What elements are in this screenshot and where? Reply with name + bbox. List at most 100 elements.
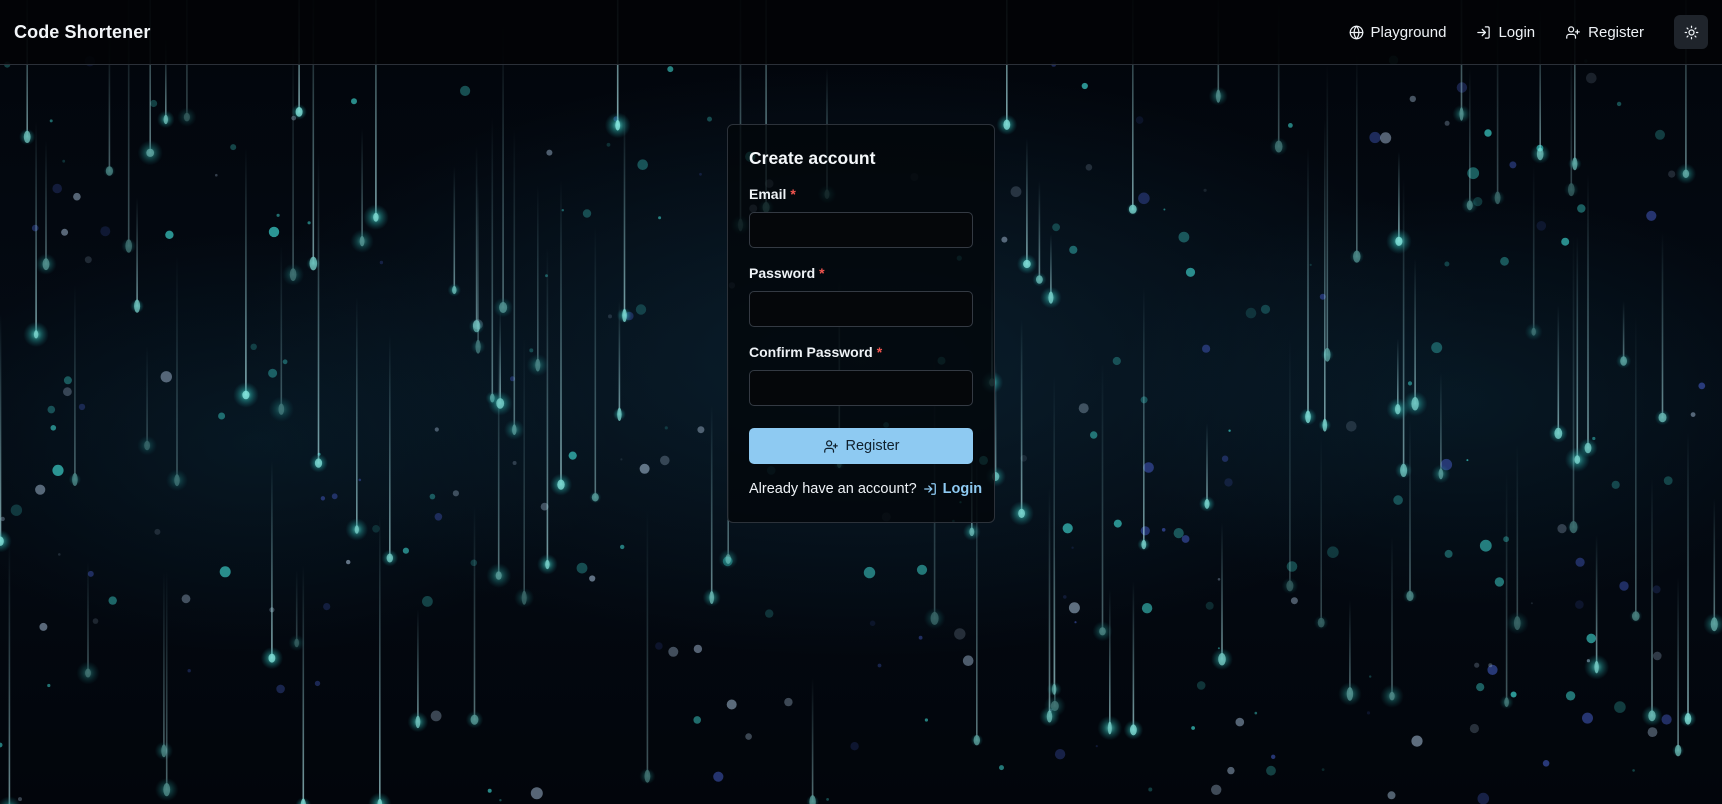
bokeh-dot xyxy=(1557,524,1567,534)
bokeh-dot xyxy=(1221,455,1229,462)
bokeh-dot xyxy=(924,718,929,722)
bokeh-dot xyxy=(1217,578,1221,581)
light-streak xyxy=(1198,422,1216,512)
bokeh-dot xyxy=(1178,231,1190,243)
light-streak xyxy=(1402,419,1418,604)
bokeh-dot xyxy=(1469,723,1479,734)
bokeh-dot xyxy=(918,635,923,640)
bokeh-dot xyxy=(1476,683,1485,692)
light-streak xyxy=(350,128,374,253)
sun-icon xyxy=(1684,25,1698,39)
light-streak xyxy=(68,285,82,486)
nav-login-label: Login xyxy=(1498,23,1536,41)
light-streak xyxy=(1313,437,1329,630)
bokeh-dot xyxy=(219,566,231,578)
bokeh-dot xyxy=(1052,223,1060,232)
light-streak xyxy=(345,297,369,541)
light-streak xyxy=(1563,45,1579,198)
bokeh-dot xyxy=(1510,691,1517,698)
light-streak xyxy=(137,345,158,456)
bokeh-dot xyxy=(693,716,701,724)
bokeh-dot xyxy=(1078,403,1089,414)
bokeh-dot xyxy=(1191,726,1195,730)
bokeh-dot xyxy=(637,159,648,170)
light-streak xyxy=(260,460,284,670)
bokeh-dot xyxy=(608,314,612,319)
bokeh-dot xyxy=(1254,711,1258,715)
bokeh-dot xyxy=(1393,495,1403,505)
login-link[interactable]: Login xyxy=(923,481,982,497)
bokeh-dot xyxy=(402,547,409,554)
bokeh-dot xyxy=(606,142,611,147)
light-streak xyxy=(154,570,179,802)
light-streak xyxy=(0,314,12,553)
bokeh-dot xyxy=(1063,595,1067,599)
light-streak xyxy=(1299,147,1317,426)
light-streak xyxy=(1386,338,1410,421)
register-submit-label: Register xyxy=(845,438,900,454)
bokeh-dot xyxy=(1561,237,1570,246)
bokeh-dot xyxy=(422,596,433,607)
app-root: Code Shortener Playground Login Register xyxy=(0,0,1722,804)
required-mark: * xyxy=(819,265,825,281)
theme-toggle-button[interactable] xyxy=(1674,15,1708,49)
register-submit-button[interactable]: Register xyxy=(749,428,973,464)
bokeh-dot xyxy=(61,228,69,236)
confirm-password-input[interactable] xyxy=(749,370,973,406)
form-title: Create account xyxy=(749,148,876,168)
bokeh-dot xyxy=(1444,549,1453,558)
bokeh-dot xyxy=(529,348,534,353)
light-streak xyxy=(1349,52,1365,264)
bokeh-dot xyxy=(1619,581,1629,591)
bokeh-dot xyxy=(1369,675,1372,678)
light-streak xyxy=(1584,535,1610,680)
light-streak xyxy=(1320,64,1334,362)
bokeh-dot xyxy=(1616,101,1622,107)
light-streak xyxy=(407,609,429,733)
light-streak xyxy=(1672,577,1685,757)
bokeh-dot xyxy=(452,490,459,497)
password-label-text: Password xyxy=(749,265,816,281)
bokeh-dot xyxy=(1095,745,1098,748)
password-input[interactable] xyxy=(749,291,973,327)
light-streak xyxy=(514,337,535,608)
bokeh-dot xyxy=(1652,585,1661,594)
email-input[interactable] xyxy=(749,212,973,248)
light-streak xyxy=(1505,444,1529,635)
bokeh-dot xyxy=(765,609,774,618)
bokeh-dot xyxy=(1500,256,1509,266)
bokeh-dot xyxy=(1466,459,1469,462)
bokeh-dot xyxy=(282,359,288,365)
bokeh-dot xyxy=(1586,633,1596,644)
brand-title[interactable]: Code Shortener xyxy=(14,22,150,43)
bokeh-dot xyxy=(1227,766,1235,775)
bokeh-dot xyxy=(576,562,588,574)
bokeh-dot xyxy=(1203,188,1207,192)
light-streak xyxy=(1123,581,1144,740)
bokeh-dot xyxy=(1010,186,1022,198)
bokeh-dot xyxy=(1135,116,1144,124)
bokeh-dot xyxy=(215,173,218,177)
bokeh-dot xyxy=(1185,267,1196,277)
nav-playground-link[interactable]: Playground xyxy=(1349,24,1446,41)
nav-register-label: Register xyxy=(1588,23,1644,41)
nav-register-link[interactable]: Register xyxy=(1565,24,1644,41)
light-streak xyxy=(1524,163,1543,341)
bokeh-dot xyxy=(530,787,543,800)
bokeh-dot xyxy=(1001,236,1008,243)
nav-login-link[interactable]: Login xyxy=(1476,24,1535,41)
bokeh-dot xyxy=(429,493,436,500)
light-streak xyxy=(1032,180,1047,287)
bokeh-dot xyxy=(1575,600,1584,609)
bokeh-dot xyxy=(1530,602,1533,605)
bokeh-dot xyxy=(999,765,1004,771)
bokeh-dot xyxy=(1565,691,1576,701)
top-navbar: Code Shortener Playground Login Register xyxy=(0,0,1722,65)
light-streak xyxy=(1016,137,1037,275)
bokeh-dot xyxy=(499,799,502,802)
bokeh-dot xyxy=(1444,261,1450,267)
bokeh-dot xyxy=(1431,342,1443,354)
bokeh-dot xyxy=(1690,412,1696,417)
bokeh-dot xyxy=(1288,123,1293,128)
bokeh-dot xyxy=(512,461,517,465)
